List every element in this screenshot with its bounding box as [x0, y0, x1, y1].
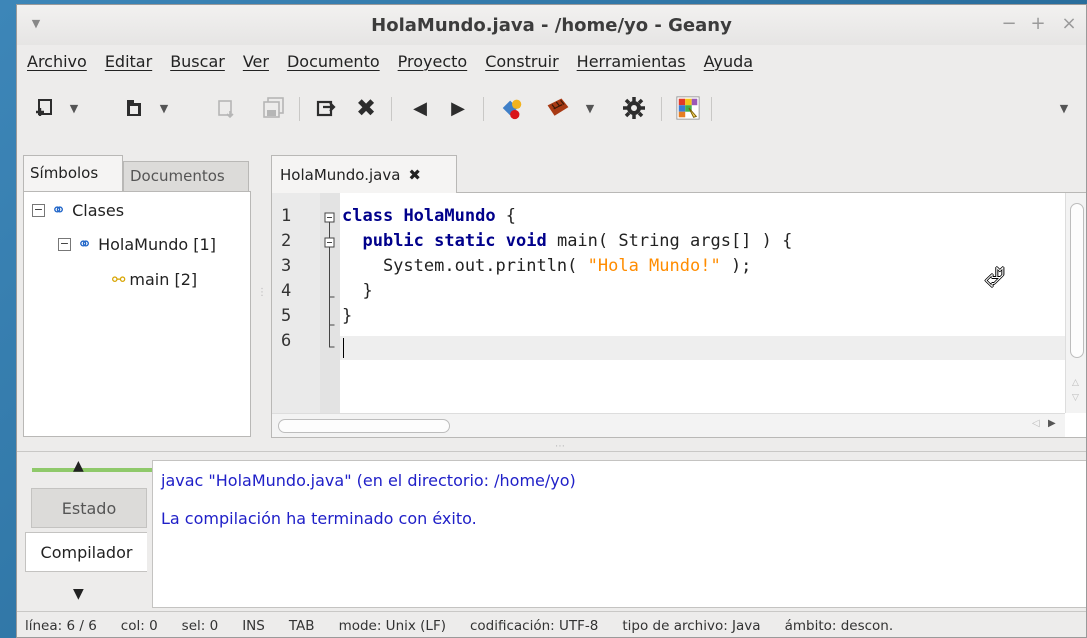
horizontal-scrollbar[interactable]: ◁ ▶	[272, 413, 1065, 437]
vertical-scrollbar[interactable]: △ ▽	[1065, 193, 1086, 413]
menu-bar: Archivo Editar Buscar Ver Documento Proy…	[17, 45, 1086, 77]
scroll-up-icon[interactable]: △	[1072, 378, 1079, 388]
line-number-gutter: 1 2 3 4 5 6	[272, 193, 320, 413]
status-filetype: tipo de archivo: Java	[622, 617, 761, 634]
fold-margin[interactable]	[320, 193, 340, 413]
save-icon[interactable]	[213, 95, 239, 121]
status-mode: mode: Unix (LF)	[338, 617, 446, 634]
close-file-icon[interactable]: ✖	[353, 94, 379, 122]
compile-icon[interactable]	[499, 95, 525, 121]
tabs-scroll-down-icon[interactable]: ▼	[73, 586, 84, 602]
current-line-highlight	[340, 336, 1065, 360]
title-bar[interactable]: ▼ HolaMundo.java - /home/yo - Geany − + …	[17, 5, 1086, 45]
class-group-icon: ⚭	[51, 200, 67, 221]
line-number: 6	[281, 331, 292, 351]
status-sel: sel: 0	[181, 617, 219, 634]
vertical-scroll-thumb[interactable]	[1070, 203, 1084, 358]
tree-node-main[interactable]: ⚯ main [2]	[112, 270, 197, 289]
forward-icon[interactable]: ▶	[445, 95, 471, 121]
line-number: 1	[281, 206, 292, 226]
tree-label-holamundo: HolaMundo [1]	[98, 235, 216, 254]
scroll-left-icon[interactable]: ◁	[1032, 418, 1040, 429]
message-window: ▲ Estado Compilador ▼ javac "HolaMundo.j…	[17, 451, 1086, 611]
compiler-message[interactable]: javac "HolaMundo.java" (en el directorio…	[161, 471, 576, 490]
editor-tab-label: HolaMundo.java	[280, 166, 401, 184]
maximize-button[interactable]: +	[1028, 14, 1048, 34]
class-icon: ⚭	[77, 234, 93, 255]
scroll-right-icon[interactable]: ▶	[1048, 418, 1056, 429]
tree-label-main: main [2]	[129, 270, 198, 289]
code-line-5: }	[342, 306, 353, 326]
open-file-icon[interactable]	[121, 95, 147, 121]
close-tab-icon[interactable]: ✖	[408, 166, 421, 184]
status-bar: línea: 6 / 6 col: 0 sel: 0 INS TAB mode:…	[17, 611, 1086, 637]
text-caret	[343, 338, 344, 358]
new-file-icon[interactable]	[31, 95, 57, 121]
line-number: 5	[281, 306, 292, 326]
collapse-icon[interactable]: −	[58, 238, 71, 251]
reload-icon[interactable]	[313, 95, 339, 121]
menu-documento[interactable]: Documento	[287, 52, 380, 71]
menu-ver[interactable]: Ver	[243, 52, 269, 71]
symbol-tree: − ⚭ Clases − ⚭ HolaMundo [1] ⚯ main [2]	[23, 191, 251, 472]
line-number: 3	[281, 256, 292, 276]
status-line: línea: 6 / 6	[25, 617, 97, 634]
tree-node-clases[interactable]: − ⚭ Clases	[32, 200, 124, 221]
toolbar: ▼ ▼ ✖ ◀ ▶ ▼ ▼	[17, 83, 1086, 133]
menu-proyecto[interactable]: Proyecto	[398, 52, 468, 71]
status-scope: ámbito: descon.	[784, 617, 894, 634]
line-number: 2	[281, 231, 292, 251]
color-chooser-icon[interactable]	[675, 95, 701, 121]
tab-estado[interactable]: Estado	[31, 488, 147, 528]
menu-editar[interactable]: Editar	[105, 52, 152, 71]
compiler-output[interactable]: javac "HolaMundo.java" (en el directorio…	[152, 460, 1086, 608]
mouse-pointer-icon: ⮰	[984, 263, 1005, 293]
execute-icon[interactable]	[621, 95, 647, 121]
build-dropdown-icon[interactable]: ▼	[583, 95, 597, 121]
status-tab: TAB	[288, 617, 315, 634]
back-icon[interactable]: ◀	[407, 95, 433, 121]
code-editor[interactable]: 1 2 3 4 5 6 class HolaMundo { public sta…	[271, 192, 1086, 438]
tree-node-holamundo[interactable]: − ⚭ HolaMundo [1]	[58, 234, 216, 255]
pane-splitter-handle[interactable]: ⋮	[257, 287, 267, 298]
tab-compilador[interactable]: Compilador	[25, 532, 147, 572]
tabs-scroll-up-icon[interactable]: ▲	[73, 458, 84, 474]
status-encoding: codificación: UTF-8	[469, 617, 599, 634]
status-col: col: 0	[120, 617, 158, 634]
open-file-dropdown-icon[interactable]: ▼	[157, 95, 171, 121]
menu-buscar[interactable]: Buscar	[170, 52, 225, 71]
tab-holamundo-java[interactable]: HolaMundo.java ✖	[271, 155, 457, 193]
collapse-icon[interactable]: −	[32, 204, 45, 217]
scroll-down-icon[interactable]: ▽	[1072, 393, 1079, 403]
minimize-button[interactable]: −	[999, 14, 1019, 34]
close-button[interactable]: ×	[1059, 14, 1079, 34]
build-icon[interactable]	[545, 95, 571, 121]
window-title: HolaMundo.java - /home/yo - Geany	[371, 15, 732, 36]
code-line-2: public static void main( String args[] )…	[362, 231, 793, 251]
toolbar-overflow-icon[interactable]: ▼	[1057, 95, 1071, 121]
save-all-icon[interactable]	[261, 95, 287, 121]
sidebar: Símbolos Documentos − ⚭ Clases − ⚭ HolaM…	[23, 155, 253, 472]
tree-label-clases: Clases	[72, 201, 125, 220]
tab-simbolos[interactable]: Símbolos	[23, 155, 123, 191]
compiler-message[interactable]: La compilación ha terminado con éxito.	[161, 509, 477, 528]
method-icon: ⚯	[112, 270, 126, 289]
status-ins: INS	[242, 617, 265, 634]
menu-archivo[interactable]: Archivo	[27, 52, 87, 71]
geany-window: ▼ HolaMundo.java - /home/yo - Geany − + …	[16, 4, 1087, 638]
menu-herramientas[interactable]: Herramientas	[577, 52, 686, 71]
code-line-4: }	[342, 281, 373, 301]
code-line-3: System.out.println( "Hola Mundo!" );	[342, 256, 752, 276]
menu-ayuda[interactable]: Ayuda	[704, 52, 753, 71]
horizontal-scroll-thumb[interactable]	[278, 419, 450, 433]
tab-documentos[interactable]: Documentos	[123, 161, 249, 191]
menu-construir[interactable]: Construir	[485, 52, 558, 71]
line-number: 4	[281, 281, 292, 301]
new-file-dropdown-icon[interactable]: ▼	[67, 95, 81, 121]
code-line-1: class HolaMundo {	[342, 206, 517, 226]
